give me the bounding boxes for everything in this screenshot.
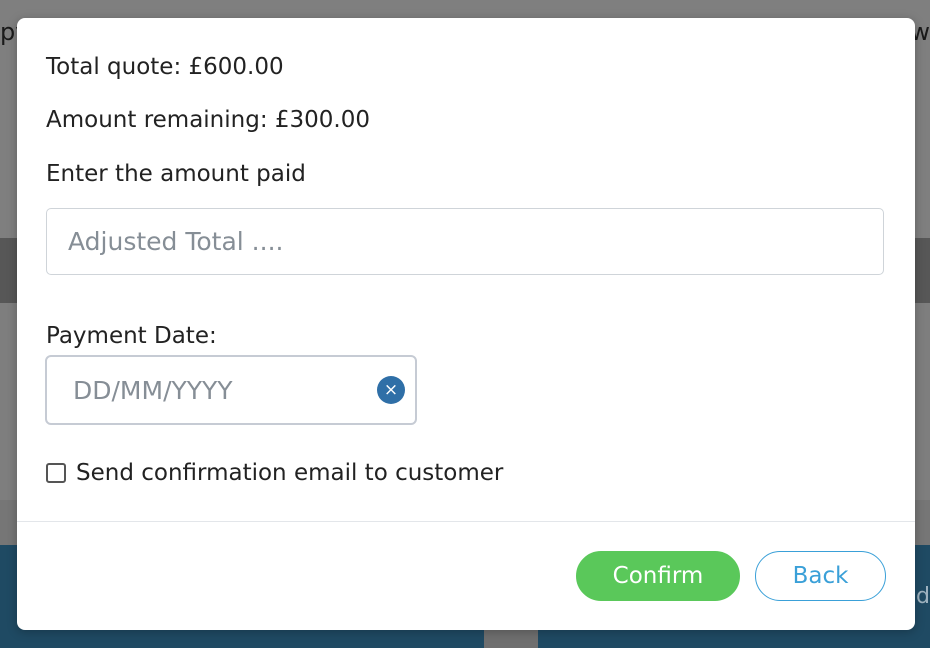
send-email-checkbox[interactable] [46,463,66,483]
amount-paid-label: Enter the amount paid [46,161,306,187]
send-email-option[interactable]: Send confirmation email to customer [46,459,503,487]
amount-remaining-text: Amount remaining: £300.00 [46,107,370,133]
background-text-bottom-right: d [916,584,930,609]
total-quote-text: Total quote: £600.00 [46,54,284,80]
amount-paid-input[interactable] [46,208,884,275]
confirm-button[interactable]: Confirm [576,551,740,601]
payment-date-label: Payment Date: [46,323,217,349]
payment-modal: Total quote: £600.00 Amount remaining: £… [17,18,915,630]
clear-date-icon[interactable]: × [377,376,405,404]
back-button[interactable]: Back [755,551,886,601]
footer-divider [17,521,915,522]
send-email-label[interactable]: Send confirmation email to customer [76,460,503,486]
payment-date-field[interactable]: × [45,355,417,425]
background-gap [484,628,538,648]
payment-date-input[interactable] [47,357,367,423]
